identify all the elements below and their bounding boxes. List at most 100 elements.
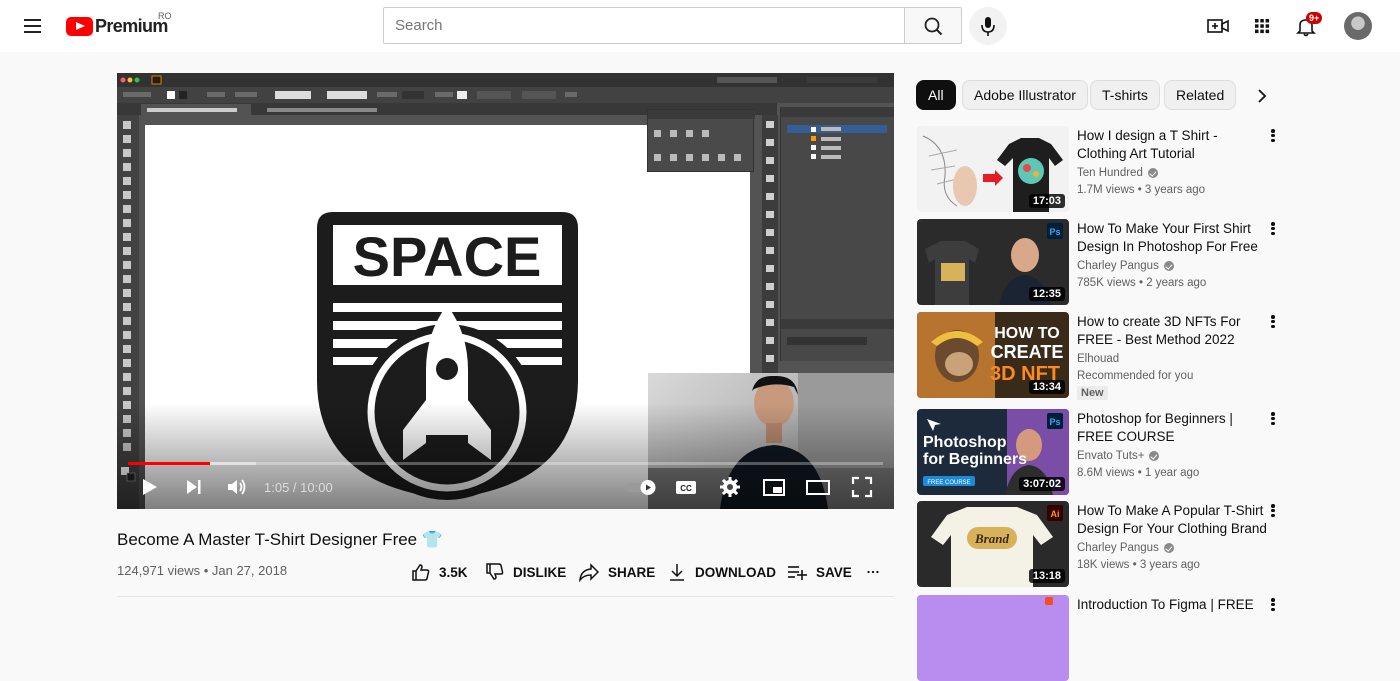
recommendation-item[interactable]: HOW TO CREATE 3D NFT 13:34 How to create… xyxy=(917,312,1284,400)
view-count-date: 785K views • 2 years ago xyxy=(1077,277,1207,289)
recommendation-title[interactable]: Introduction To Figma | FREE xyxy=(1077,596,1267,614)
more-actions-button[interactable] xyxy=(866,561,888,583)
video-thumbnail[interactable]: Ps 12:35 xyxy=(917,219,1069,305)
recommendation-item[interactable]: Introduction To Figma | FREE xyxy=(917,595,1284,681)
chip-t-shirts[interactable]: T-shirts xyxy=(1090,80,1160,110)
miniplayer-button[interactable] xyxy=(762,475,786,499)
search-button[interactable] xyxy=(904,7,962,44)
more-options-icon[interactable] xyxy=(1267,314,1279,332)
share-button[interactable]: SHARE xyxy=(578,561,655,583)
video-thumbnail[interactable]: 17:03 xyxy=(917,126,1069,212)
thumbs-down-icon xyxy=(486,563,504,580)
miniplayer-icon xyxy=(763,479,785,496)
theater-mode-button[interactable] xyxy=(805,475,831,499)
subtitles-button[interactable]: CC xyxy=(674,475,698,499)
search-icon xyxy=(924,17,943,36)
play-icon xyxy=(143,479,157,495)
info-divider xyxy=(117,596,894,597)
video-thumbnail[interactable] xyxy=(917,595,1069,681)
channel-name[interactable]: Elhouad xyxy=(1077,353,1119,365)
recommendation-title[interactable]: How To Make A Popular T-Shirt Design For… xyxy=(1077,502,1267,538)
chip-all[interactable]: All xyxy=(916,80,956,110)
pathfinder-panel xyxy=(647,109,755,172)
video-thumbnail[interactable]: Ps Photoshop for Beginners FREE COURSE 3… xyxy=(917,409,1069,495)
svg-text:Ai: Ai xyxy=(1051,509,1060,519)
recommendation-title[interactable]: How To Make Your First Shirt Design In P… xyxy=(1077,220,1267,256)
youtube-play-logo-icon xyxy=(66,16,93,36)
like-button[interactable]: 3.5K xyxy=(411,561,468,583)
save-button[interactable]: SAVE xyxy=(786,561,852,583)
more-options-icon[interactable] xyxy=(1267,503,1279,521)
settings-button[interactable] xyxy=(718,475,742,499)
fullscreen-icon xyxy=(851,476,873,498)
recommendation-item[interactable]: Ps 12:35 How To Make Your First Shirt De… xyxy=(917,219,1284,305)
download-button[interactable]: DOWNLOAD xyxy=(667,561,776,583)
hamburger-menu-icon[interactable] xyxy=(20,14,46,38)
share-label: SHARE xyxy=(608,564,656,580)
video-thumbnail[interactable]: HOW TO CREATE 3D NFT 13:34 xyxy=(917,312,1069,398)
channel-name[interactable]: Charley Pangus xyxy=(1077,260,1174,272)
chips-next-button[interactable] xyxy=(1250,84,1274,108)
mute-button[interactable] xyxy=(225,475,249,499)
recommended-note: Recommended for you xyxy=(1077,370,1194,382)
svg-text:FREE COURSE: FREE COURSE xyxy=(927,480,970,486)
video-duration: 3:07:02 xyxy=(1019,477,1065,491)
verified-check-icon xyxy=(1149,451,1160,461)
download-label: DOWNLOAD xyxy=(695,564,776,580)
channel-name[interactable]: Envato Tuts+ xyxy=(1077,450,1160,462)
recommendation-title[interactable]: Photoshop for Beginners | FREE COURSE xyxy=(1077,410,1267,446)
view-count-date: 18K views • 3 years ago xyxy=(1077,559,1200,571)
recommendation-title[interactable]: How I design a T Shirt - Clothing Art Tu… xyxy=(1077,127,1267,163)
svg-text:Ps: Ps xyxy=(1049,227,1060,237)
chip-adobe-illustrator[interactable]: Adobe Illustrator xyxy=(962,80,1088,110)
apps-grid-button[interactable] xyxy=(1248,12,1276,40)
video-player[interactable]: SPACE 1:05 / 10:00 CC xyxy=(117,73,894,509)
avatar[interactable] xyxy=(1344,12,1372,40)
layers-panel xyxy=(780,107,894,361)
video-view-count-date: 124,971 views • Jan 27, 2018 xyxy=(117,563,288,578)
verified-check-icon xyxy=(1147,168,1158,178)
chevron-right-icon xyxy=(1258,89,1267,103)
svg-text:for Beginners: for Beginners xyxy=(923,451,1027,468)
svg-text:Brand: Brand xyxy=(974,531,1009,546)
video-duration: 13:18 xyxy=(1028,569,1065,583)
channel-name[interactable]: Charley Pangus xyxy=(1077,542,1174,554)
video-title: Become A Master T-Shirt Designer Free 👕 xyxy=(117,530,444,549)
recommendation-item[interactable]: Ps Photoshop for Beginners FREE COURSE 3… xyxy=(917,409,1284,495)
top-bar: Premium RO Search 9+ xyxy=(0,0,1400,52)
create-video-button[interactable] xyxy=(1204,12,1232,40)
fullscreen-button[interactable] xyxy=(850,475,874,499)
more-options-icon[interactable] xyxy=(1267,128,1279,146)
recommendation-title[interactable]: How to create 3D NFTs For FREE - Best Me… xyxy=(1077,313,1267,349)
search-input[interactable] xyxy=(383,7,905,44)
notification-count-badge: 9+ xyxy=(1306,12,1323,24)
apps-grid-icon xyxy=(1255,19,1270,34)
channel-name-text: Envato Tuts+ xyxy=(1077,450,1145,462)
video-thumbnail[interactable]: Brand Ai 13:18 xyxy=(917,501,1069,587)
more-options-icon[interactable] xyxy=(1267,411,1279,429)
recommendation-item[interactable]: Brand Ai 13:18 How To Make A Popular T-S… xyxy=(917,501,1284,587)
channel-name-text: Charley Pangus xyxy=(1077,542,1159,554)
more-options-icon[interactable] xyxy=(1267,597,1279,615)
verified-check-icon xyxy=(1163,543,1174,553)
chip-related[interactable]: Related xyxy=(1164,80,1237,110)
youtube-premium-logo[interactable]: Premium RO xyxy=(66,11,172,38)
channel-name-text: Elhouad xyxy=(1077,353,1120,365)
recommendation-item[interactable]: 17:03 How I design a T Shirt - Clothing … xyxy=(917,126,1284,212)
playlist-add-icon xyxy=(788,566,807,580)
panel-icon-strip xyxy=(762,115,778,375)
next-button[interactable] xyxy=(183,475,205,499)
more-options-icon[interactable] xyxy=(1267,221,1279,239)
download-icon xyxy=(670,564,684,581)
channel-name[interactable]: Ten Hundred xyxy=(1077,167,1158,179)
play-button[interactable] xyxy=(139,475,161,499)
progress-played xyxy=(128,462,210,465)
dislike-label: DISLIKE xyxy=(513,564,567,580)
share-arrow-icon xyxy=(579,563,600,582)
autoplay-toggle[interactable] xyxy=(624,475,658,499)
video-duration: 12:35 xyxy=(1028,287,1065,301)
channel-name-text: Ten Hundred xyxy=(1077,167,1143,179)
dislike-button[interactable]: DISLIKE xyxy=(485,561,566,583)
more-horizontal-icon xyxy=(867,570,879,574)
voice-search-button[interactable] xyxy=(969,7,1007,45)
